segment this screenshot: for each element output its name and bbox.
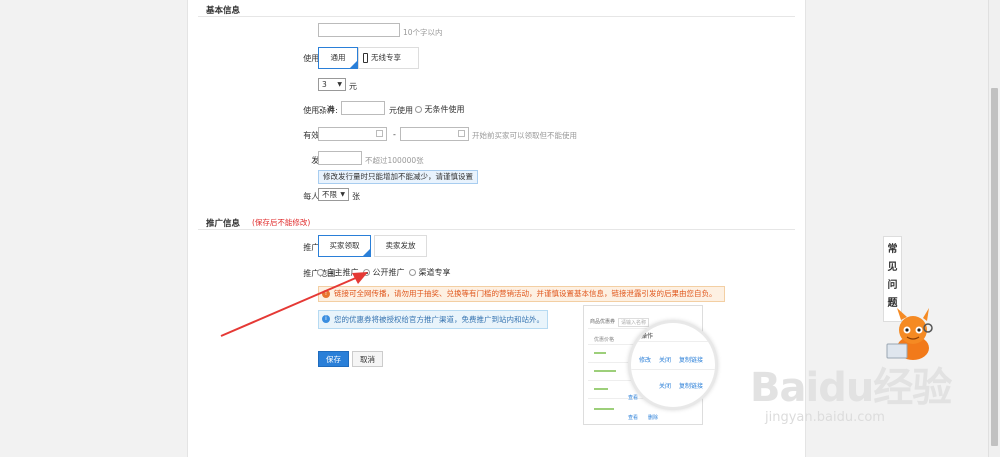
- scrollbar-thumb[interactable]: [991, 88, 998, 446]
- baidu-watermark-url: jingyan.baidu.com: [765, 410, 885, 425]
- faq-char: 见: [887, 262, 898, 273]
- baidu-watermark: Baidu经验: [750, 365, 952, 411]
- faq-char: 常: [887, 244, 898, 255]
- faq-char: 问: [887, 280, 898, 291]
- page-scrollbar[interactable]: [988, 0, 1000, 457]
